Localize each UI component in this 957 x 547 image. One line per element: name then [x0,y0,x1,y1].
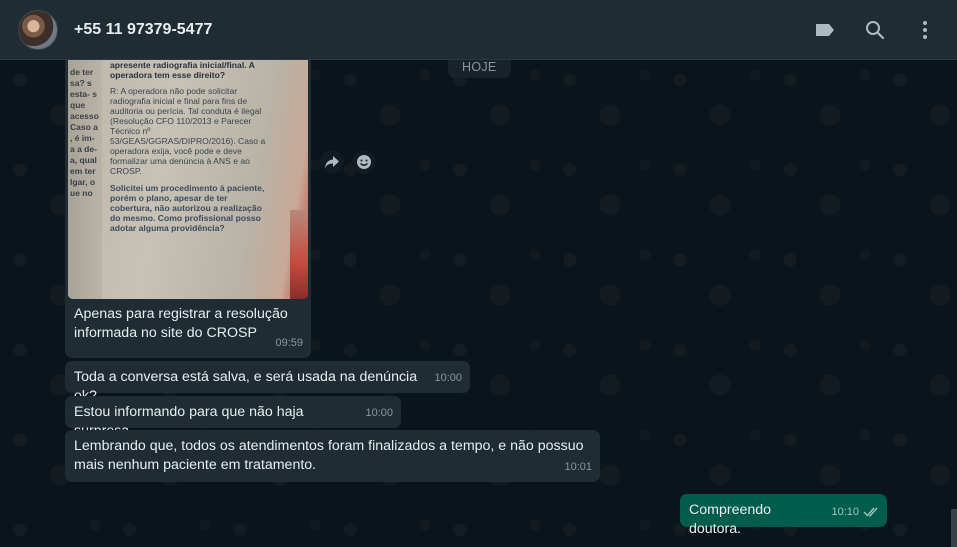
message-bubble[interactable]: Toda a conversa está salva, e será usada… [65,361,470,404]
date-chip: HOJE [448,60,511,78]
chat-panel[interactable]: HOJE de ter sa? s esta- s que acesso Cas… [0,60,957,547]
image-caption: Apenas para registrar a resolução inform… [74,306,288,341]
scrollbar[interactable] [951,60,957,547]
chat-header: +55 11 97379-5477 [0,0,957,60]
read-ticks-icon [863,504,881,523]
emoji-react-icon[interactable] [352,150,376,174]
message-time: 09:59 [275,337,303,349]
menu-icon[interactable] [911,14,939,46]
doc-question: é necessário que o profissional apresent… [110,60,255,80]
message-time: 10:00 [434,372,462,384]
doc-red-edge [290,210,308,299]
doc-left-text: de ter sa? s esta- s que acesso Caso a ,… [68,60,102,299]
message-bubble[interactable]: Lembrando que, todos os atendimentos for… [65,430,600,482]
forward-icon[interactable] [320,150,344,174]
doc-main: é necessário que o profissional apresent… [110,60,270,233]
doc-question-2: Solicitei um procedimento à paciente, po… [110,183,265,233]
message-time: 10:10 [831,506,859,518]
search-icon[interactable] [861,14,889,46]
message-time: 10:01 [564,461,592,473]
avatar[interactable] [18,9,58,50]
message-time: 10:00 [365,407,393,419]
scrollbar-thumb[interactable] [951,509,957,547]
message-image[interactable]: de ter sa? s esta- s que acesso Caso a ,… [68,60,308,299]
message-bubble[interactable]: Estou informando para que não haja surpr… [65,396,401,439]
image-message[interactable]: de ter sa? s esta- s que acesso Caso a ,… [65,60,311,358]
hover-actions [320,150,376,174]
outgoing-message[interactable]: Compreendo doutora. 10:10 [680,494,887,537]
label-icon[interactable] [811,14,839,46]
doc-answer: R: A operadora não pode solicitar radiog… [110,86,266,176]
message-text: Lembrando que, todos os atendimentos for… [74,438,584,473]
message-text: Compreendo doutora. [689,502,772,537]
header-actions [811,14,939,46]
contact-name[interactable]: +55 11 97379-5477 [74,21,212,39]
